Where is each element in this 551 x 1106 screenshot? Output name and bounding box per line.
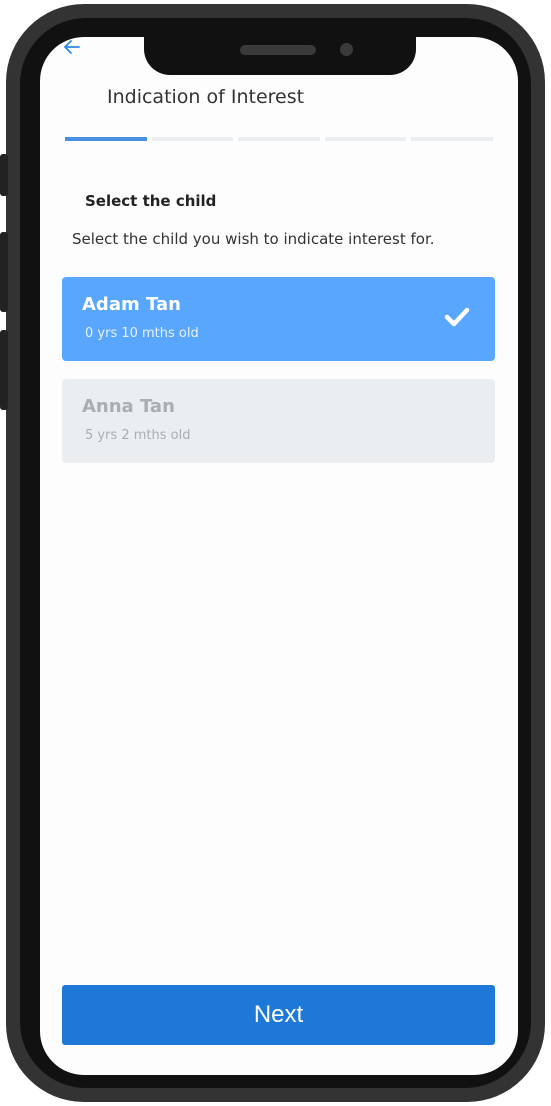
mute-switch [0, 154, 8, 196]
progress-steps [65, 137, 493, 141]
notch [144, 37, 416, 75]
child-card-anna-tan[interactable]: Anna Tan 5 yrs 2 mths old [62, 379, 495, 463]
checkmark-icon [444, 307, 470, 327]
arrow-left-icon[interactable] [62, 37, 82, 57]
child-age: 5 yrs 2 mths old [85, 428, 191, 443]
progress-step-1 [65, 137, 147, 141]
section-description: Select the child you wish to indicate in… [72, 230, 435, 248]
next-button[interactable]: Next [62, 985, 495, 1045]
volume-down-button [0, 330, 8, 410]
front-camera [340, 43, 353, 56]
speaker-grille [240, 45, 316, 55]
progress-step-4 [324, 137, 407, 141]
child-age: 0 yrs 10 mths old [85, 326, 199, 341]
progress-step-5 [411, 137, 493, 141]
child-name: Anna Tan [82, 396, 175, 417]
volume-up-button [0, 232, 8, 312]
progress-step-2 [151, 137, 234, 141]
progress-step-3 [238, 137, 320, 141]
page-title: Indication of Interest [107, 86, 305, 108]
child-card-adam-tan[interactable]: Adam Tan 0 yrs 10 mths old [62, 277, 495, 361]
section-heading: Select the child [85, 192, 217, 210]
child-name: Adam Tan [82, 294, 181, 315]
app-screen: Indication of Interest Select the child … [40, 37, 518, 1075]
